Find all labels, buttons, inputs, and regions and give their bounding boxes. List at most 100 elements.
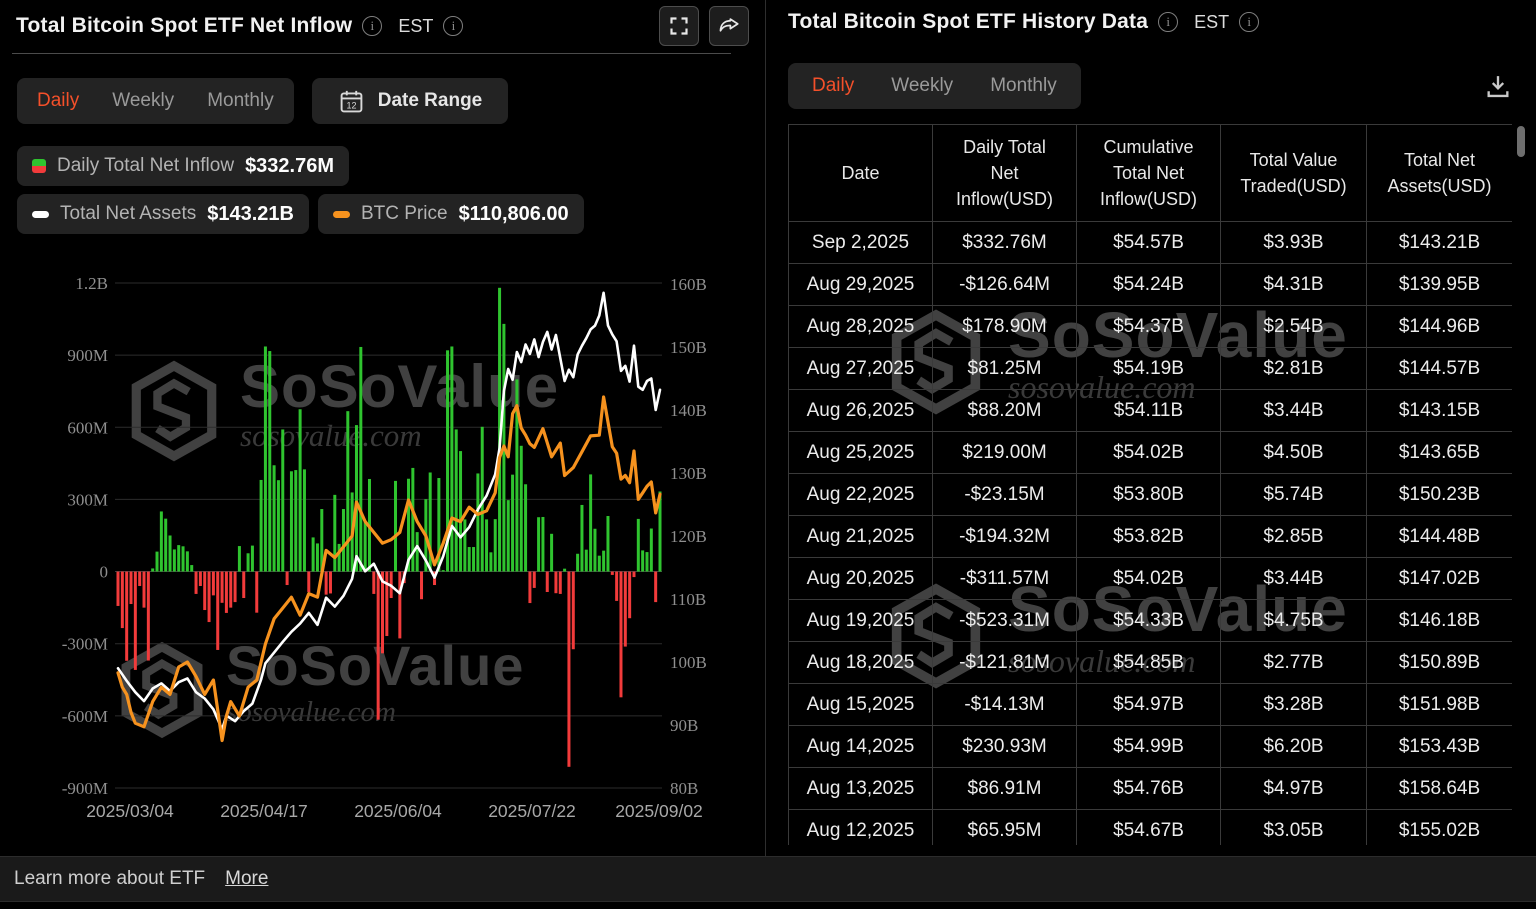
bar-series-swatch-icon (32, 159, 46, 173)
table-cell: $147.02B (1367, 558, 1513, 600)
table-cell: $86.91M (933, 768, 1077, 810)
history-data-table: DateDaily Total Net Inflow(USD)Cumulativ… (788, 124, 1512, 845)
table-cell: $54.24B (1077, 264, 1221, 306)
table-cell: -$126.64M (933, 264, 1077, 306)
table-row: Aug 27,2025$81.25M$54.19B$2.81B$144.57B (789, 348, 1513, 390)
table-cell: -$194.32M (933, 516, 1077, 558)
inflow-chart-svg[interactable]: 1.2B900M600M300M0-300M-600M-900M160B150B… (0, 255, 765, 840)
history-table: SoSoValue sosovalue.com SoSoValue sosova… (788, 124, 1512, 845)
table-cell: $88.20M (933, 390, 1077, 432)
history-title: Total Bitcoin Spot ETF History Data (788, 10, 1148, 34)
info-icon[interactable] (362, 16, 382, 36)
btc-line-swatch-icon (333, 211, 350, 218)
svg-text:300M: 300M (67, 490, 108, 509)
table-cell: $5.74B (1221, 474, 1367, 516)
table-cell: $65.95M (933, 810, 1077, 846)
table-cell: $146.18B (1367, 600, 1513, 642)
table-cell: Aug 18,2025 (789, 642, 933, 684)
download-button[interactable] (1481, 69, 1515, 103)
table-row: Aug 14,2025$230.93M$54.99B$6.20B$153.43B (789, 726, 1513, 768)
svg-text:2025/04/17: 2025/04/17 (220, 801, 308, 821)
table-cell: Aug 22,2025 (789, 474, 933, 516)
table-cell: $54.37B (1077, 306, 1221, 348)
column-header: Date (789, 125, 933, 222)
svg-text:12: 12 (346, 100, 356, 110)
info-icon[interactable] (1158, 12, 1178, 32)
history-data-panel: Total Bitcoin Spot ETF History Data EST … (766, 0, 1536, 856)
download-icon (1484, 72, 1512, 100)
legend-total-net-assets[interactable]: Total Net Assets $143.21B (17, 194, 309, 234)
legend-label: Daily Total Net Inflow (57, 155, 234, 177)
table-row: Aug 21,2025-$194.32M$53.82B$2.85B$144.48… (789, 516, 1513, 558)
more-link[interactable]: More (225, 868, 268, 890)
calendar-icon: 12 (338, 88, 365, 115)
table-row: Aug 19,2025-$523.31M$54.33B$4.75B$146.18… (789, 600, 1513, 642)
table-cell: Sep 2,2025 (789, 222, 933, 264)
table-cell: -$121.81M (933, 642, 1077, 684)
column-header: Cumulative Total Net Inflow(USD) (1077, 125, 1221, 222)
table-cell: $158.64B (1367, 768, 1513, 810)
table-cell: $3.44B (1221, 558, 1367, 600)
table-header-row: DateDaily Total Net Inflow(USD)Cumulativ… (789, 125, 1513, 222)
share-button[interactable] (709, 6, 749, 46)
table-cell: -$14.13M (933, 684, 1077, 726)
table-cell: Aug 20,2025 (789, 558, 933, 600)
tab-monthly[interactable]: Monthly (207, 90, 274, 112)
table-cell: Aug 13,2025 (789, 768, 933, 810)
date-range-label: Date Range (378, 90, 483, 112)
tab-daily[interactable]: Daily (37, 90, 79, 112)
inflow-chart[interactable]: SoSoValue sosovalue.com SoSoValue sosova… (0, 255, 765, 840)
table-cell: $54.97B (1077, 684, 1221, 726)
table-cell: $3.44B (1221, 390, 1367, 432)
table-cell: $2.85B (1221, 516, 1367, 558)
net-inflow-panel: Total Bitcoin Spot ETF Net Inflow EST Da… (0, 0, 765, 856)
svg-text:600M: 600M (67, 418, 108, 437)
svg-text:160B: 160B (670, 275, 707, 294)
tab-daily[interactable]: Daily (812, 75, 854, 97)
table-scrollbar-thumb[interactable] (1517, 126, 1525, 157)
table-cell: $4.75B (1221, 600, 1367, 642)
column-header: Total Net Assets(USD) (1367, 125, 1513, 222)
legend-daily-net-inflow[interactable]: Daily Total Net Inflow $332.76M (17, 146, 349, 186)
table-row: Aug 20,2025-$311.57M$54.02B$3.44B$147.02… (789, 558, 1513, 600)
table-cell: $230.93M (933, 726, 1077, 768)
table-cell: $151.98B (1367, 684, 1513, 726)
tab-weekly[interactable]: Weekly (891, 75, 953, 97)
svg-text:1.2B: 1.2B (75, 274, 108, 293)
table-row: Aug 15,2025-$14.13M$54.97B$3.28B$151.98B (789, 684, 1513, 726)
svg-text:90B: 90B (670, 716, 698, 735)
table-cell: $54.02B (1077, 558, 1221, 600)
footer-text: Learn more about ETF (14, 868, 205, 890)
table-row: Aug 26,2025$88.20M$54.11B$3.44B$143.15B (789, 390, 1513, 432)
table-cell: $54.11B (1077, 390, 1221, 432)
svg-text:2025/07/22: 2025/07/22 (488, 801, 576, 821)
tab-weekly[interactable]: Weekly (112, 90, 174, 112)
tab-monthly[interactable]: Monthly (990, 75, 1057, 97)
table-cell: $150.23B (1367, 474, 1513, 516)
table-cell: $143.21B (1367, 222, 1513, 264)
timezone-info-icon[interactable] (1239, 12, 1259, 32)
timezone-label: EST (398, 16, 433, 37)
table-cell: Aug 26,2025 (789, 390, 933, 432)
timezone-info-icon[interactable] (443, 16, 463, 36)
fullscreen-button[interactable] (659, 6, 699, 46)
table-cell: $54.76B (1077, 768, 1221, 810)
legend-value: $110,806.00 (459, 203, 569, 226)
svg-text:-300M: -300M (62, 635, 108, 654)
legend-value: $332.76M (245, 155, 334, 178)
svg-text:900M: 900M (67, 346, 108, 365)
table-cell: $153.43B (1367, 726, 1513, 768)
page-title: Total Bitcoin Spot ETF Net Inflow (16, 14, 352, 38)
table-cell: -$523.31M (933, 600, 1077, 642)
table-row: Aug 29,2025-$126.64M$54.24B$4.31B$139.95… (789, 264, 1513, 306)
table-row: Aug 13,2025$86.91M$54.76B$4.97B$158.64B (789, 768, 1513, 810)
date-range-button[interactable]: 12 Date Range (312, 78, 509, 124)
table-cell: $54.85B (1077, 642, 1221, 684)
svg-text:80B: 80B (670, 779, 698, 798)
table-cell: Aug 28,2025 (789, 306, 933, 348)
table-cell: $219.00M (933, 432, 1077, 474)
table-cell: $54.57B (1077, 222, 1221, 264)
legend-btc-price[interactable]: BTC Price $110,806.00 (318, 194, 584, 234)
table-cell: $139.95B (1367, 264, 1513, 306)
table-cell: $332.76M (933, 222, 1077, 264)
